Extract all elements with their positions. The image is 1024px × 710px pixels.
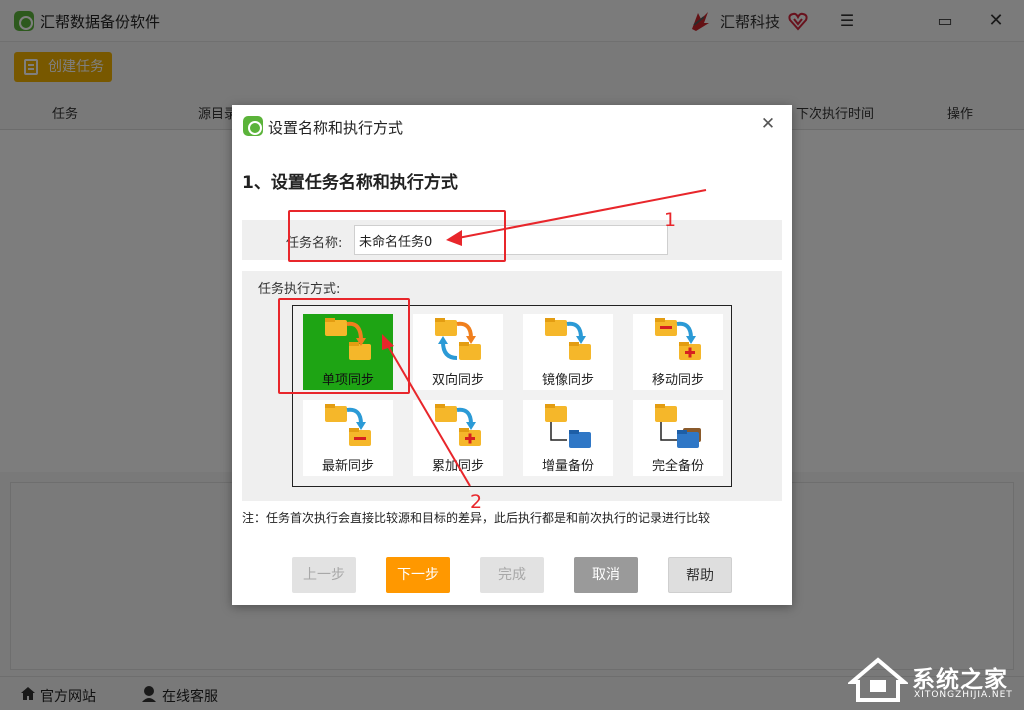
- arrow-1-head: [446, 230, 462, 246]
- watermark-url: XITONGZHIJIA.NET: [914, 690, 1013, 700]
- annotation-arrows: [382, 189, 707, 487]
- arrow-2-head: [382, 334, 394, 350]
- watermark-house-icon: [848, 657, 908, 702]
- arrow-2-line: [387, 345, 471, 487]
- annotation-number-2: 2: [470, 491, 483, 513]
- annotation-number-1: 1: [664, 209, 677, 231]
- watermark-text: 系统之家: [912, 667, 1008, 693]
